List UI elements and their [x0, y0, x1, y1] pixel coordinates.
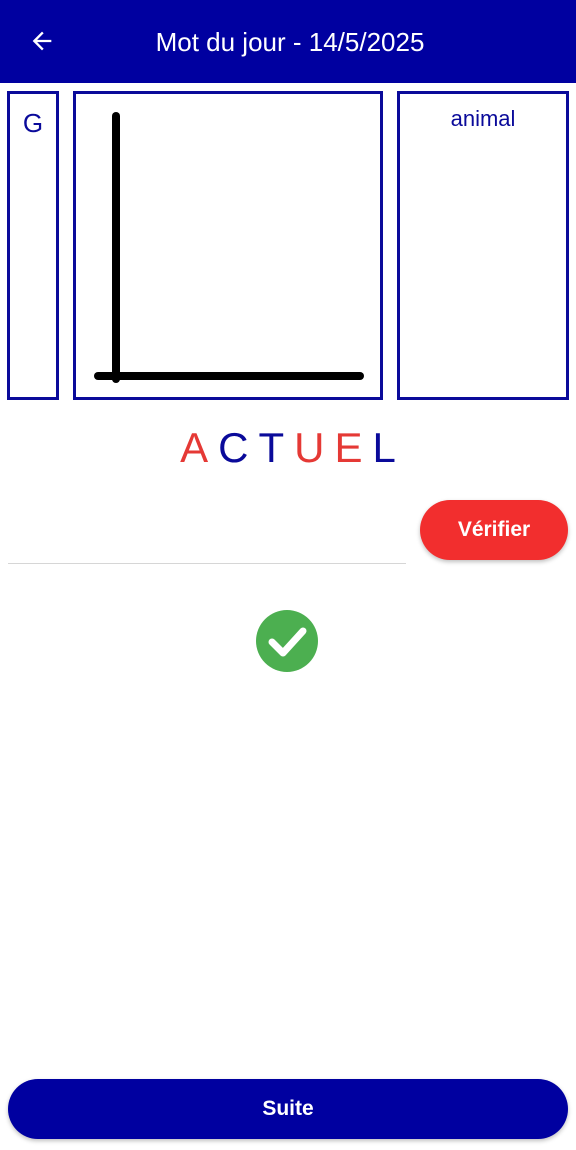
word-letter: E	[334, 424, 363, 471]
letter-label: G	[22, 108, 44, 138]
answer-input[interactable]	[8, 505, 406, 564]
drawing-card	[73, 91, 383, 400]
word-letter: T	[258, 424, 285, 471]
app-header: Mot du jour - 14/5/2025	[0, 0, 576, 83]
scrambled-word: ACTUEL	[0, 424, 576, 472]
letter-L-drawing	[94, 112, 364, 383]
word-letter: A	[180, 424, 209, 471]
category-label: animal	[450, 106, 516, 131]
check-circle-icon	[256, 610, 318, 672]
word-letter: L	[372, 424, 396, 471]
app-screen: Mot du jour - 14/5/2025 G animal ACTUEL …	[0, 0, 576, 1150]
category-card: animal	[397, 91, 569, 400]
next-button[interactable]: Suite	[8, 1079, 568, 1139]
word-letter: C	[218, 424, 249, 471]
letter-card: G	[7, 91, 59, 400]
verify-button[interactable]: Vérifier	[420, 500, 568, 560]
word-letter: U	[294, 424, 325, 471]
page-title: Mot du jour - 14/5/2025	[155, 27, 425, 57]
